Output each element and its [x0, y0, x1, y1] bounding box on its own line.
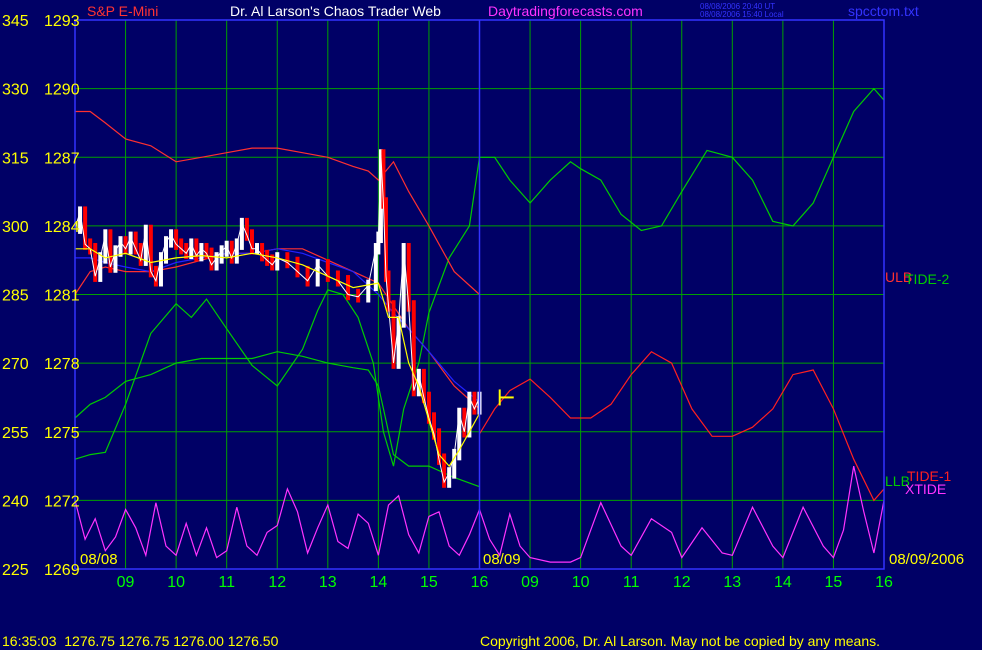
price-bar: [325, 259, 330, 282]
x-axis-tick-label: 16: [471, 574, 489, 591]
price-bar: [260, 243, 265, 262]
price-bar: [275, 252, 280, 271]
x-axis-tick-label: 16: [875, 574, 893, 591]
date-label-start: 08/08: [80, 551, 118, 568]
price-bar: [265, 249, 270, 266]
price-bar: [199, 243, 204, 262]
x-axis-tick-label: 12: [268, 574, 286, 591]
x-axis-tick-label: 09: [117, 574, 135, 591]
y-axis-left-label: 300: [2, 219, 29, 236]
x-axis-tick-label: 15: [825, 574, 843, 591]
price-bar: [209, 247, 214, 271]
price-bar: [447, 467, 452, 488]
file-name: spcctom.txt: [848, 3, 919, 19]
price-bar: [249, 229, 254, 255]
price-bar: [128, 231, 133, 255]
x-axis-tick-label: 13: [319, 574, 337, 591]
x-axis-tick-label: 15: [420, 574, 438, 591]
price-bar: [472, 391, 477, 415]
x-axis-tick-label: 11: [623, 574, 640, 591]
instrument-label: S&P E-Mini: [87, 3, 158, 19]
footer-quote: 16:35:03 1276.75 1276.75 1276.00 1276.50: [2, 633, 279, 649]
price-bar: [88, 238, 93, 255]
date-label-mid: 08/09: [483, 551, 521, 568]
price-bar: [219, 245, 224, 264]
x-axis-tick-label: 09: [521, 574, 539, 591]
y-axis-price-label: 1275: [44, 425, 80, 442]
price-bar: [335, 270, 340, 287]
chart-canvas: 345 1293 330 1290 315 1287 300 1284 285 1281 270 12…: [0, 0, 982, 650]
y-axis-price-label: 1290: [44, 82, 80, 99]
price-bar: [179, 238, 184, 255]
price-bar: [244, 217, 249, 241]
y-axis-left-label: 345: [2, 13, 29, 30]
price-bar: [194, 238, 199, 262]
timestamp-local: 08/08/2006 15:40 Local: [700, 10, 784, 19]
y-axis-left-label: 255: [2, 425, 29, 442]
x-axis-tick-label: 10: [167, 574, 185, 591]
y-axis-left-label: 330: [2, 82, 29, 99]
x-axis-tick-label: 11: [218, 574, 235, 591]
y-axis-left-label: 240: [2, 493, 29, 510]
site-link[interactable]: Daytradingforecasts.com: [488, 3, 643, 19]
y-axis-price-label: 1278: [44, 356, 80, 373]
x-axis-tick-label: 14: [774, 574, 792, 591]
y-axis-price-label: 1281: [44, 288, 80, 305]
x-axis-tick-label: 13: [723, 574, 741, 591]
site-title: Dr. Al Larson's Chaos Trader Web: [230, 3, 441, 19]
price-bar: [295, 256, 300, 278]
x-axis-tick-label: 14: [369, 574, 387, 591]
price-bar: [346, 275, 351, 301]
y-axis-left-label: 315: [2, 150, 29, 167]
xtide-label: XTIDE: [905, 481, 946, 497]
y-axis-price-label: 1272: [44, 493, 80, 510]
footer-copyright: Copyright 2006, Dr. Al Larson. May not b…: [480, 633, 880, 649]
y-axis-left-label: 225: [2, 562, 29, 579]
price-bar: [229, 240, 234, 264]
x-axis-tick-label: 10: [572, 574, 590, 591]
price-bar: [305, 265, 310, 287]
y-axis-price-label: 1293: [44, 13, 80, 30]
date-label-end: 08/09/2006: [889, 551, 964, 568]
y-axis-price-label: 1284: [44, 219, 80, 236]
y-axis-price-label: 1287: [44, 150, 80, 167]
tide2-label: TIDE-2: [905, 271, 950, 287]
price-bar: [174, 229, 179, 250]
y-axis-left-label: 270: [2, 356, 29, 373]
x-axis-tick-label: 12: [673, 574, 691, 591]
price-bar: [214, 252, 219, 271]
y-axis-left-label: 285: [2, 288, 29, 305]
y-axis-price-label: 1269: [44, 562, 80, 579]
